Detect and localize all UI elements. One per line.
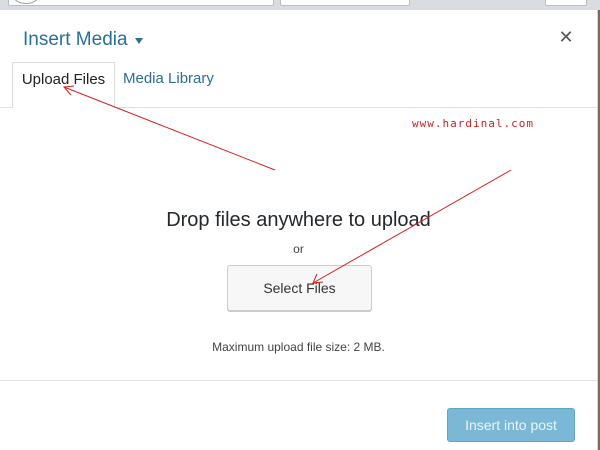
watermark-text: www.hardinal.com — [412, 117, 534, 130]
media-tab-bar: Upload Files Media Library — [0, 62, 597, 108]
tab-upload-files[interactable]: Upload Files — [12, 62, 115, 108]
background-small-field — [545, 0, 587, 6]
select-files-button[interactable]: Select Files — [227, 265, 372, 311]
caret-down-icon — [134, 37, 143, 44]
modal-header: Insert Media ✕ — [0, 10, 597, 64]
insert-into-post-button[interactable]: Insert into post — [447, 408, 575, 442]
drop-files-heading: Drop files anywhere to upload — [166, 209, 431, 231]
background-search-field — [280, 0, 410, 6]
close-icon[interactable]: ✕ — [557, 28, 575, 48]
or-separator-text: or — [293, 242, 304, 256]
tab-media-library[interactable]: Media Library — [123, 62, 214, 108]
modal-footer: Insert into post — [0, 380, 597, 450]
insert-media-modal: Insert Media ✕ Upload Files Media Librar… — [0, 10, 598, 450]
max-upload-size-text: Maximum upload file size: 2 MB. — [212, 340, 385, 354]
modal-title-text: Insert Media — [23, 29, 128, 50]
background-address-field — [8, 0, 274, 6]
upload-drop-zone[interactable]: Drop files anywhere to upload or Select … — [0, 108, 597, 380]
modal-title-dropdown[interactable]: Insert Media — [23, 29, 143, 51]
background-admin-bar — [0, 0, 600, 10]
